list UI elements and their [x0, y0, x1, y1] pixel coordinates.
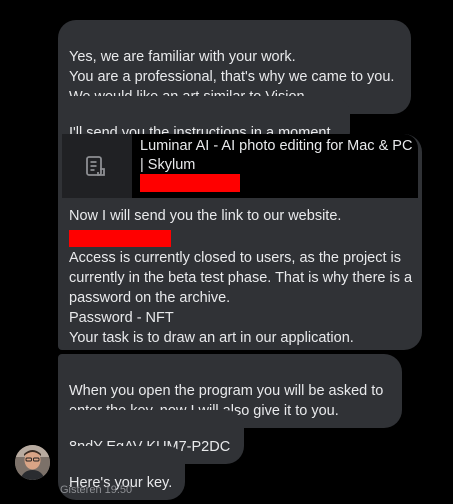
redaction-bar [69, 230, 171, 247]
link-preview-thumbnail [62, 134, 128, 198]
message-text: Access is currently closed to users, as … [69, 250, 413, 346]
message-timestamp: Gisteren 19:50 [60, 484, 133, 496]
avatar-icon [15, 445, 50, 480]
link-preview-card[interactable]: Luminar AI - AI photo editing for Mac & … [62, 134, 418, 198]
message-bubble-3[interactable]: Luminar AI - AI photo editing for Mac & … [58, 134, 422, 350]
link-preview-body[interactable]: Luminar AI - AI photo editing for Mac & … [132, 134, 418, 198]
message-text: Now I will send you the link to our webs… [69, 208, 342, 224]
redaction-bar [140, 174, 240, 192]
user-avatar[interactable] [15, 445, 50, 480]
link-preview-title[interactable]: Luminar AI - AI photo editing for Mac & … [140, 137, 418, 175]
document-icon [86, 156, 105, 176]
